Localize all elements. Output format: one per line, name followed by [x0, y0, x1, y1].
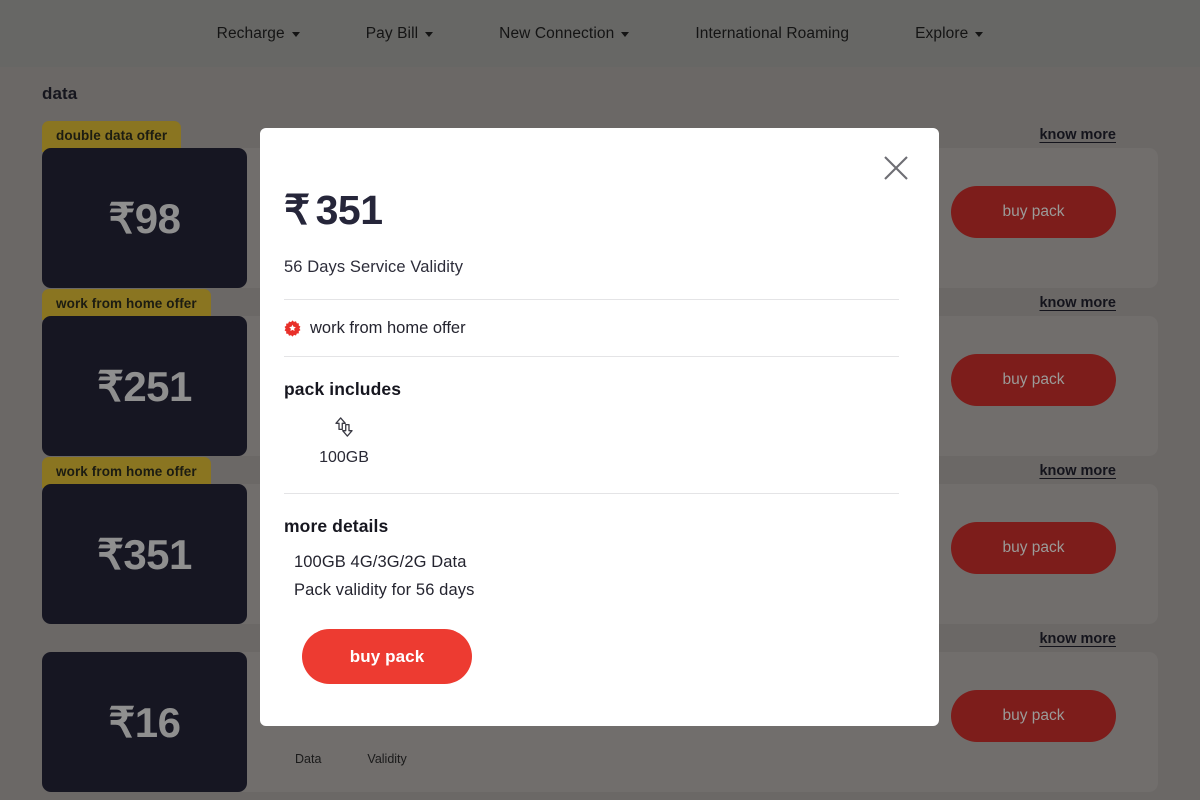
rupee-symbol: ₹ [284, 187, 310, 233]
pack-includes-title: pack includes [284, 379, 402, 399]
more-details-title: more details [284, 516, 389, 536]
more-details-line: 100GB 4G/3G/2G Data [294, 553, 467, 571]
modal-price: ₹351 [284, 190, 899, 231]
close-icon[interactable] [876, 148, 916, 188]
pack-include-item: 100GB [284, 414, 404, 467]
modal-buy-pack-button[interactable]: buy pack [302, 629, 472, 684]
more-details-line: Pack validity for 56 days [294, 581, 475, 599]
pack-includes-section: pack includes 100GB [284, 357, 899, 467]
modal-body: ₹351 56 Days Service Validity work from … [260, 128, 939, 684]
offer-badge-icon [284, 320, 301, 337]
more-details-list: 100GB 4G/3G/2G Data Pack validity for 56… [284, 553, 899, 600]
modal-validity: 56 Days Service Validity [284, 258, 464, 276]
modal-offer-label: work from home offer [310, 319, 466, 337]
modal-price-value: 351 [315, 187, 383, 233]
pack-details-modal: ₹351 56 Days Service Validity work from … [260, 128, 939, 726]
more-details-section: more details 100GB 4G/3G/2G Data Pack va… [284, 494, 899, 600]
modal-offer-row: work from home offer [284, 300, 899, 356]
modal-scrim[interactable]: ₹351 56 Days Service Validity work from … [0, 0, 1200, 800]
data-transfer-icon [335, 417, 353, 437]
pack-include-label: 100GB [319, 449, 369, 466]
